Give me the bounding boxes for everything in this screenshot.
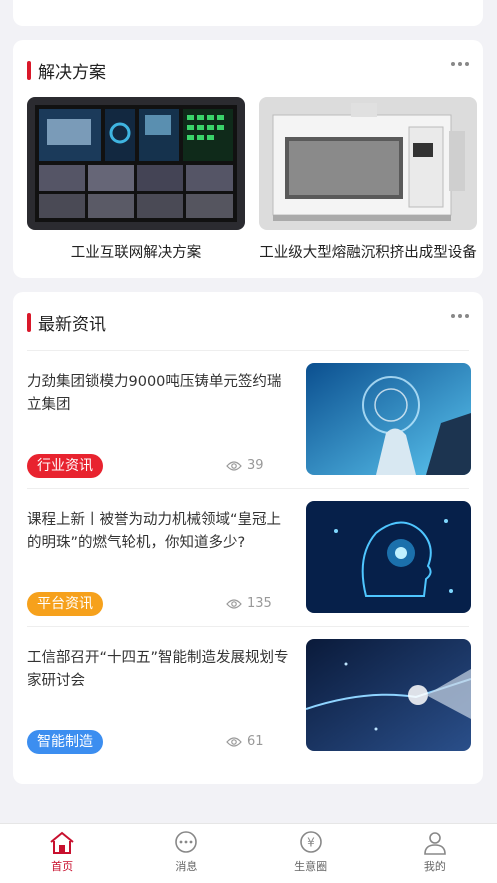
view-count: 39 (226, 458, 264, 473)
news-item-title: 课程上新丨被誉为动力机械领域“皇冠上的明珠”的燃气轮机，你知道多少? (27, 512, 282, 551)
solution-item[interactable]: 工业互联网解决方案 (27, 97, 245, 262)
view-count-value: 135 (247, 596, 272, 611)
solution-item[interactable]: 工业级大型熔融沉积挤出成型设备 (259, 97, 477, 262)
accent-bar (27, 61, 31, 80)
more-icon[interactable] (451, 314, 469, 318)
accent-bar (27, 313, 31, 332)
news-header: 最新资讯 (27, 310, 106, 335)
solution-label: 工业互联网解决方案 (70, 245, 202, 261)
solution-label: 工业级大型熔融沉积挤出成型设备 (259, 245, 477, 261)
view-count-value: 39 (247, 458, 264, 473)
news-item[interactable]: 力劲集团锁模力9000吨压铸单元签约瑞立集团 行业资讯 39 (27, 363, 471, 487)
divider (27, 350, 469, 351)
solutions-header: 解决方案 (27, 58, 106, 83)
news-item-tag: 智能制造 (27, 730, 103, 754)
top-card-partial (13, 0, 483, 26)
tab-profile[interactable]: 我的 (373, 824, 497, 883)
divider (27, 626, 469, 627)
bottom-tab-bar: 首页 消息 ¥ 生意圈 我的 (0, 823, 497, 883)
news-thumbnail (306, 639, 471, 751)
user-icon (424, 832, 446, 855)
divider (27, 488, 469, 489)
tab-label: 首页 (51, 860, 74, 873)
solution-image-3d-printer (259, 97, 477, 230)
tab-messages[interactable]: 消息 (124, 824, 248, 883)
view-count-value: 61 (247, 734, 264, 749)
view-count: 61 (226, 734, 264, 749)
home-icon (50, 831, 74, 854)
news-item-tag: 行业资讯 (27, 454, 103, 478)
tab-label: 我的 (423, 860, 446, 873)
tab-label: 消息 (175, 860, 198, 873)
solutions-card: 解决方案 工业互联网解决方案 工业级大型熔融沉积挤出成型设备 (13, 40, 483, 278)
news-item[interactable]: 课程上新丨被誉为动力机械领域“皇冠上的明珠”的燃气轮机，你知道多少? 平台资讯 … (27, 501, 471, 625)
solutions-title: 解决方案 (38, 63, 106, 83)
tab-home[interactable]: 首页 (0, 824, 124, 883)
news-title: 最新资讯 (38, 315, 106, 335)
news-item[interactable]: 工信部召开“十四五”智能制造发展规划专家研讨会 智能制造 61 (27, 639, 471, 763)
news-card: 最新资讯 力劲集团锁模力9000吨压铸单元签约瑞立集团 行业资讯 39 课程上新… (13, 292, 483, 784)
news-item-title: 工信部召开“十四五”智能制造发展规划专家研讨会 (27, 650, 289, 689)
news-thumbnail (306, 501, 471, 613)
news-thumbnail (306, 363, 471, 475)
tab-business-circle[interactable]: ¥ 生意圈 (249, 824, 373, 883)
chat-icon (175, 831, 198, 853)
more-icon[interactable] (451, 62, 469, 66)
news-item-title: 力劲集团锁模力9000吨压铸单元签约瑞立集团 (27, 374, 282, 413)
solution-image-control-room (27, 97, 245, 230)
eye-icon (226, 460, 242, 471)
svg-text:¥: ¥ (307, 836, 315, 850)
eye-icon (226, 736, 242, 747)
yuan-icon: ¥ (299, 831, 322, 853)
news-item-tag: 平台资讯 (27, 592, 103, 616)
view-count: 135 (226, 596, 272, 611)
eye-icon (226, 598, 242, 609)
tab-label: 生意圈 (294, 860, 328, 873)
